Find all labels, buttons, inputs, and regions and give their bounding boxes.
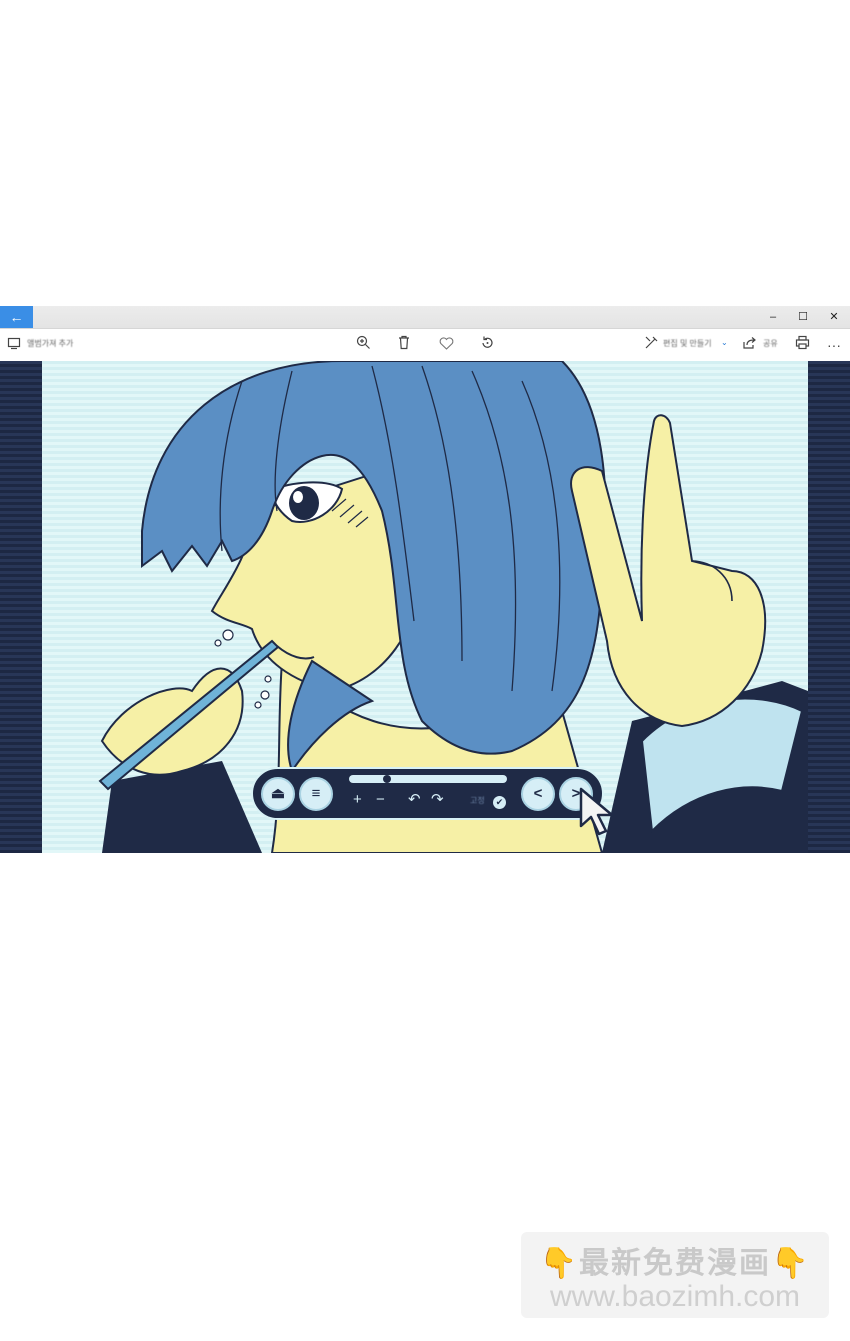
share-label[interactable]: 공유	[763, 338, 778, 349]
eject-button[interactable]: ⏏	[261, 777, 295, 811]
more-icon[interactable]: ···	[824, 335, 844, 355]
watermark: 👇最新免费漫画👇 www.baozimh.com	[521, 1232, 829, 1318]
favorite-icon[interactable]	[436, 335, 456, 355]
menu-button[interactable]: ≡	[299, 777, 333, 811]
watermark-title-text: 最新免费漫画	[579, 1247, 771, 1280]
redo-icon[interactable]: ↷	[431, 792, 444, 808]
print-icon[interactable]	[792, 335, 812, 355]
minus-button[interactable]: −	[376, 792, 385, 808]
media-control-bar: ⏏ ≡ + − ↶ ↷ 고정 ✔ < >	[251, 767, 604, 820]
title-bar: ← – ☐ ✕	[0, 306, 850, 329]
viewer-toolbar: 앨범가져 추가 편집 및 만들기 ⌄ 공유 ···	[0, 329, 850, 360]
minimize-button[interactable]: –	[758, 306, 788, 328]
previous-button[interactable]: <	[521, 777, 555, 811]
progress-thumb[interactable]	[382, 775, 391, 783]
chevron-down-icon[interactable]: ⌄	[721, 338, 728, 347]
watermark-title: 👇最新免费漫画👇	[521, 1238, 829, 1282]
maximize-button[interactable]: ☐	[788, 306, 818, 328]
plus-button[interactable]: +	[353, 792, 362, 808]
delete-icon[interactable]	[394, 335, 414, 355]
pointing-down-icon: 👇	[771, 1247, 811, 1280]
edit-icon[interactable]	[641, 335, 661, 355]
watermark-url: www.baozimh.com	[549, 1280, 801, 1313]
zoom-in-icon[interactable]	[353, 335, 373, 355]
check-icon[interactable]: ✔	[493, 796, 506, 809]
undo-icon[interactable]: ↶	[408, 792, 421, 808]
album-icon[interactable]	[4, 335, 24, 355]
confirm-label: 고정	[470, 796, 485, 805]
rotate-icon[interactable]	[477, 335, 497, 355]
pointing-down-icon: 👇	[539, 1247, 579, 1280]
back-button[interactable]: ←	[0, 306, 33, 328]
progress-track[interactable]	[349, 775, 507, 783]
edit-create-label[interactable]: 편집 및 만들기	[663, 338, 712, 349]
add-to-album-label[interactable]: 앨범가져 추가	[27, 338, 73, 349]
cursor-arrow-icon	[579, 787, 614, 836]
share-icon[interactable]	[739, 335, 759, 355]
close-button[interactable]: ✕	[819, 306, 849, 328]
